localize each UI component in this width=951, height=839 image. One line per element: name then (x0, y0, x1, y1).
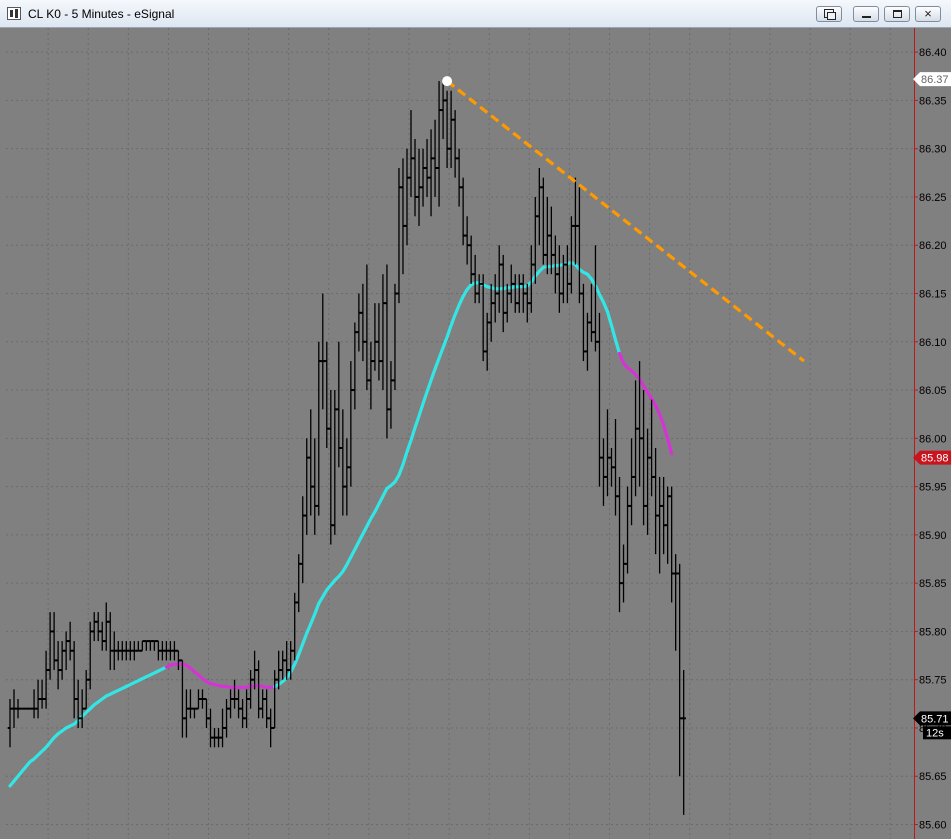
price-axis-label: 85.65 (919, 771, 947, 783)
minimize-button[interactable] (853, 6, 879, 22)
price-axis-label: 86.15 (919, 289, 947, 301)
price-axis-label: 85.90 (919, 530, 947, 542)
countdown-label: 12s (926, 727, 944, 739)
price-axis-label: 86.20 (919, 240, 947, 252)
maximize-icon (893, 10, 902, 18)
chart-grid (6, 28, 914, 839)
bar-countdown-tag: 12s (923, 726, 951, 740)
price-tag-label: 85.98 (921, 453, 949, 465)
maximize-button[interactable] (884, 6, 910, 22)
window-title: CL K0 - 5 Minutes - eSignal (28, 7, 175, 21)
restore-all-button[interactable] (816, 6, 842, 22)
price-axis-label: 86.35 (919, 95, 947, 107)
price-tag-label: 86.37 (921, 74, 949, 86)
price-axis-label: 86.05 (919, 385, 947, 397)
price-tag-label: 85.71 (921, 713, 949, 725)
chart-app-icon (7, 7, 21, 20)
minimize-icon (862, 16, 871, 18)
last-price-tag: 85.71 (913, 711, 951, 726)
cascade-windows-icon-front (827, 12, 836, 20)
price-axis-label: 85.75 (919, 675, 947, 687)
price-axis-label: 85.95 (919, 482, 947, 494)
window-titlebar: CL K0 - 5 Minutes - eSignal × (0, 0, 951, 28)
price-axis-label: 86.00 (919, 433, 947, 445)
trendline-anchor-marker (442, 76, 453, 87)
close-icon: × (924, 6, 932, 21)
price-axis-label: 85.80 (919, 626, 947, 638)
high-price-tag: 86.37 (913, 72, 951, 87)
price-axis-label: 86.25 (919, 192, 947, 204)
price-chart[interactable]: 86.40 86.35 86.30 86.25 86.20 86.15 86.10 86.05… (0, 28, 951, 839)
price-axis-label: 85.60 (919, 820, 947, 832)
close-button[interactable]: × (915, 6, 941, 22)
price-axis-label: 86.30 (919, 144, 947, 156)
price-axis-label: 86.40 (919, 47, 947, 59)
price-axis-label: 85.85 (919, 578, 947, 590)
moving-average-value-tag: 85.98 (913, 450, 951, 465)
plot-background (6, 28, 914, 839)
price-axis-label: 86.10 (919, 337, 947, 349)
